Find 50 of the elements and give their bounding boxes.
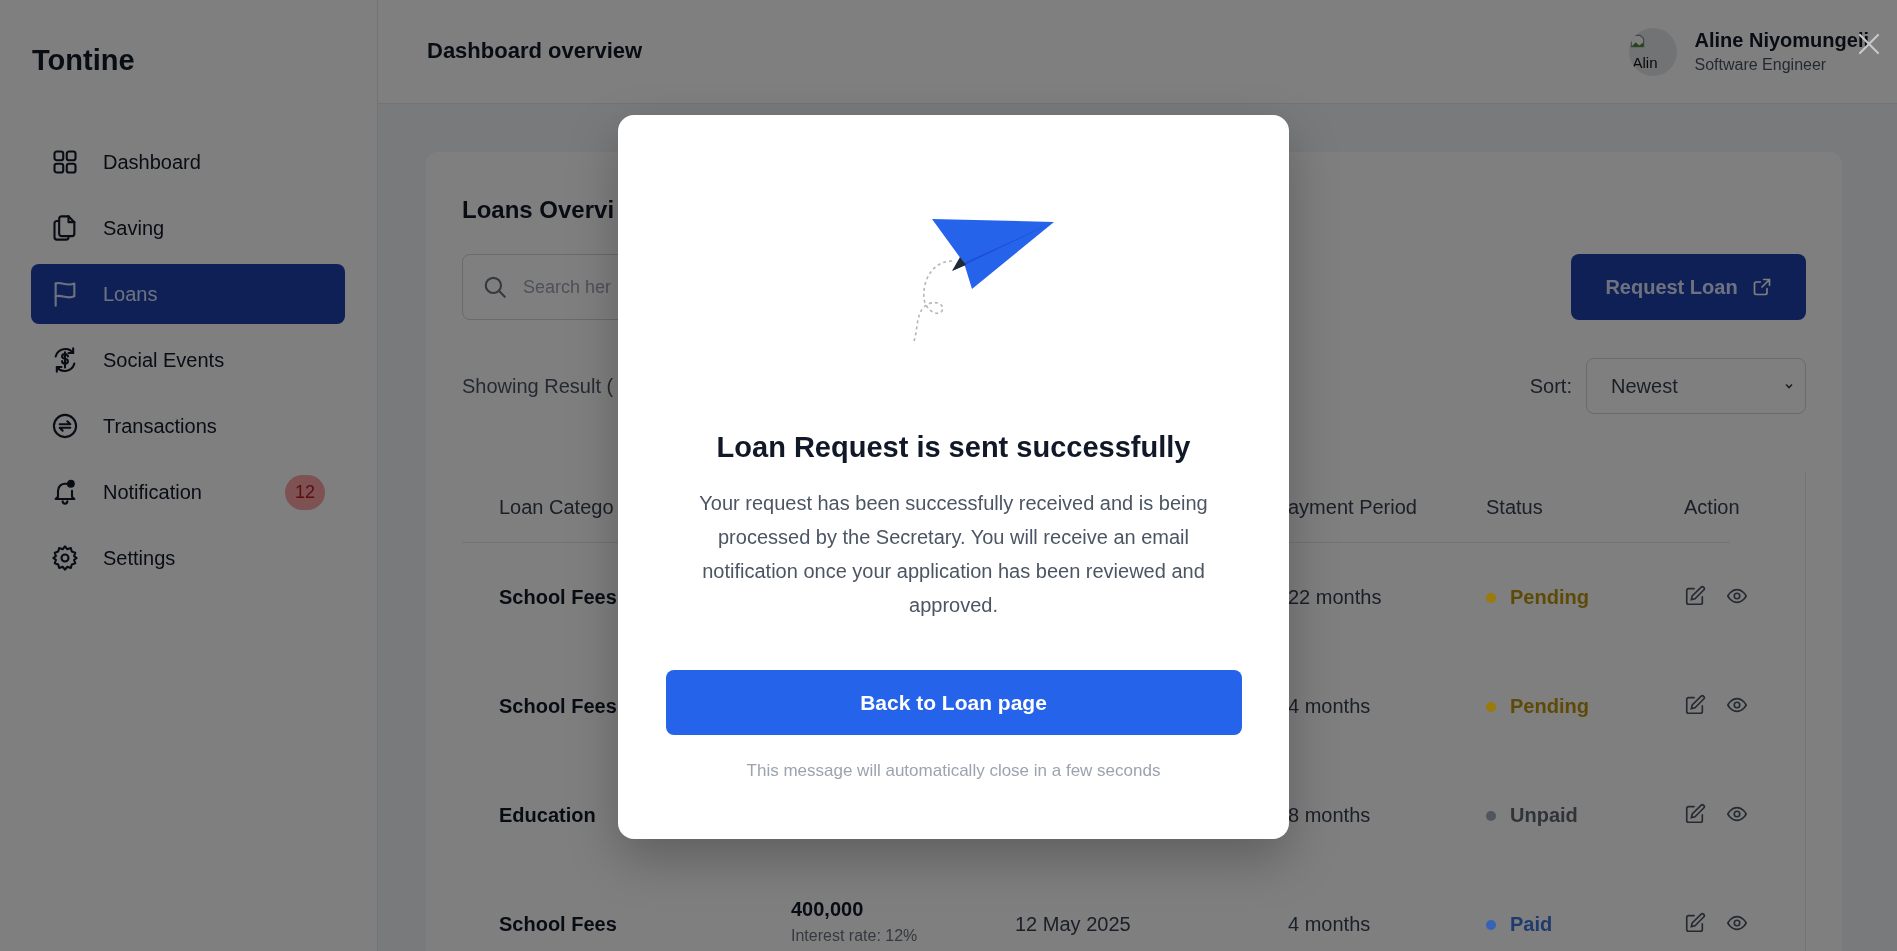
edit-icon[interactable]	[1684, 584, 1706, 607]
table-cell: School Fees	[499, 913, 617, 936]
column-header: ayment Period	[1288, 495, 1417, 519]
nav-item[interactable]: Notification 12	[31, 462, 345, 522]
settings-icon	[51, 544, 79, 572]
nav-item[interactable]: Dashboard	[31, 132, 345, 192]
table-cell: 4 months	[1288, 913, 1371, 936]
page-title: Dashboard overview	[427, 37, 643, 64]
edit-icon[interactable]	[1684, 911, 1706, 934]
auto-close-note: This message will automatically close in a few seconds	[746, 761, 1161, 781]
column-header: Loan Catego	[499, 495, 614, 519]
column-header: Status	[1486, 495, 1543, 519]
count-badge: 12	[284, 474, 325, 510]
status-label: Pending	[1510, 586, 1589, 609]
result-count: Showing Result (	[462, 374, 615, 398]
nav-item[interactable]: Transactions	[31, 396, 345, 456]
external-link-icon	[1751, 277, 1772, 297]
dialog-title: Loan Request is sent successfully	[716, 431, 1191, 464]
grid-icon	[51, 148, 79, 176]
table-cell: 8 months	[1288, 804, 1371, 827]
edit-icon[interactable]	[1684, 693, 1706, 716]
status-label: Paid	[1510, 913, 1553, 936]
request-loan-button[interactable]: Request Loan	[1571, 254, 1806, 320]
table-cell: Education	[499, 804, 596, 827]
brand-title: Tontine	[32, 44, 136, 78]
exchange-icon	[51, 412, 79, 440]
dialog-message: Your request has been successfully received and is being processed by the Secretary. You will receive an email notification once your application has been reviewed and approved.	[698, 491, 1209, 618]
column-header: Action	[1684, 495, 1740, 519]
edit-icon[interactable]	[1684, 802, 1706, 825]
nav-item[interactable]: Settings	[31, 528, 345, 588]
sort-dropdown[interactable]: Newest	[1586, 358, 1806, 414]
user-name: Aline Niyomungeli	[1694, 29, 1869, 52]
table-cell: 4 months	[1288, 695, 1371, 718]
user-role: Software Engineer	[1694, 56, 1828, 74]
sort-label: Sort:	[1529, 374, 1572, 398]
avatar-alt-text: Alin	[1632, 53, 1658, 71]
table-cell: 12 May 2025	[1015, 913, 1131, 936]
nav-item[interactable]: Saving	[31, 198, 345, 258]
table-cell: School Fees	[499, 586, 617, 609]
nav-item[interactable]: Social Events	[31, 330, 345, 390]
loan-amount: 400,000	[791, 898, 865, 921]
search-icon	[482, 274, 508, 300]
table-cell: School Fees	[499, 695, 617, 718]
interest-rate: Interest rate: 12%	[791, 927, 919, 945]
section-title: Loans Overvi	[462, 196, 615, 225]
nav-item[interactable]: Loans	[31, 264, 345, 324]
table-cell: 22 months	[1288, 586, 1382, 609]
back-to-loan-button[interactable]: Back to Loan page	[665, 670, 1242, 735]
status-label: Unpaid	[1510, 804, 1578, 827]
status-label: Pending	[1510, 695, 1589, 718]
